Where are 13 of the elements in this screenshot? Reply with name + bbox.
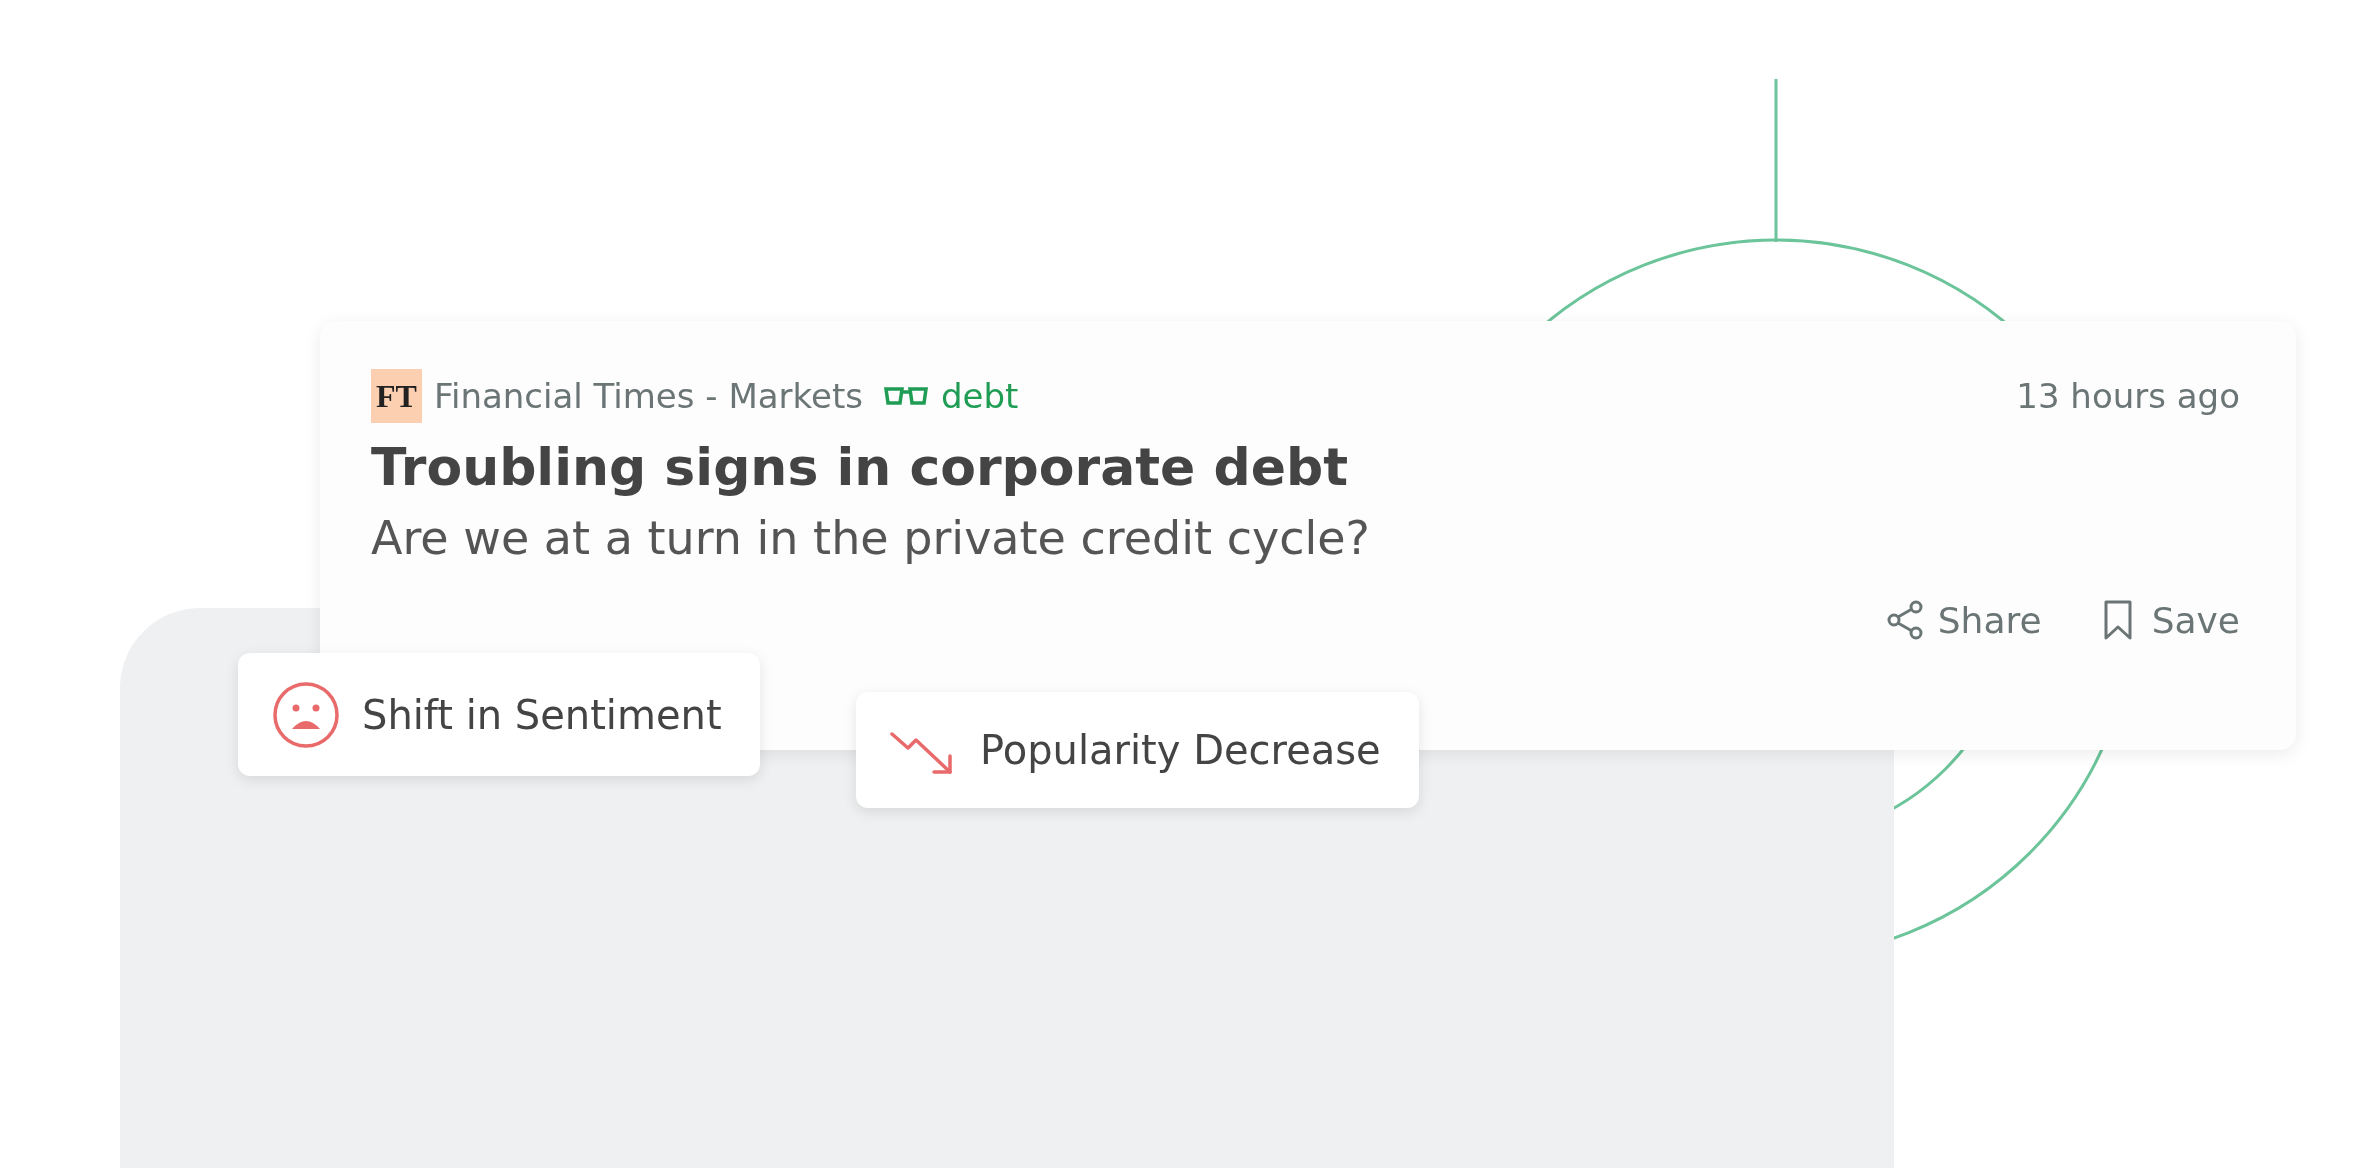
signal-label: Popularity Decrease <box>980 727 1381 773</box>
share-button[interactable]: Share <box>1885 599 2042 641</box>
topic-tag[interactable]: debt <box>941 376 1019 416</box>
source-name: Financial Times - Markets <box>433 376 863 416</box>
save-button[interactable]: Save <box>2099 599 2240 641</box>
article-title[interactable]: Troubling signs in corporate debt <box>371 437 2240 497</box>
sad-face-icon <box>272 680 340 749</box>
timestamp: 13 hours ago <box>2016 376 2240 416</box>
source-logo: FT <box>371 369 422 423</box>
signal-label: Shift in Sentiment <box>362 691 722 738</box>
article-summary: Are we at a turn in the private credit cycle? <box>371 511 1371 565</box>
glasses-icon <box>883 384 929 408</box>
share-icon <box>1885 599 1924 641</box>
